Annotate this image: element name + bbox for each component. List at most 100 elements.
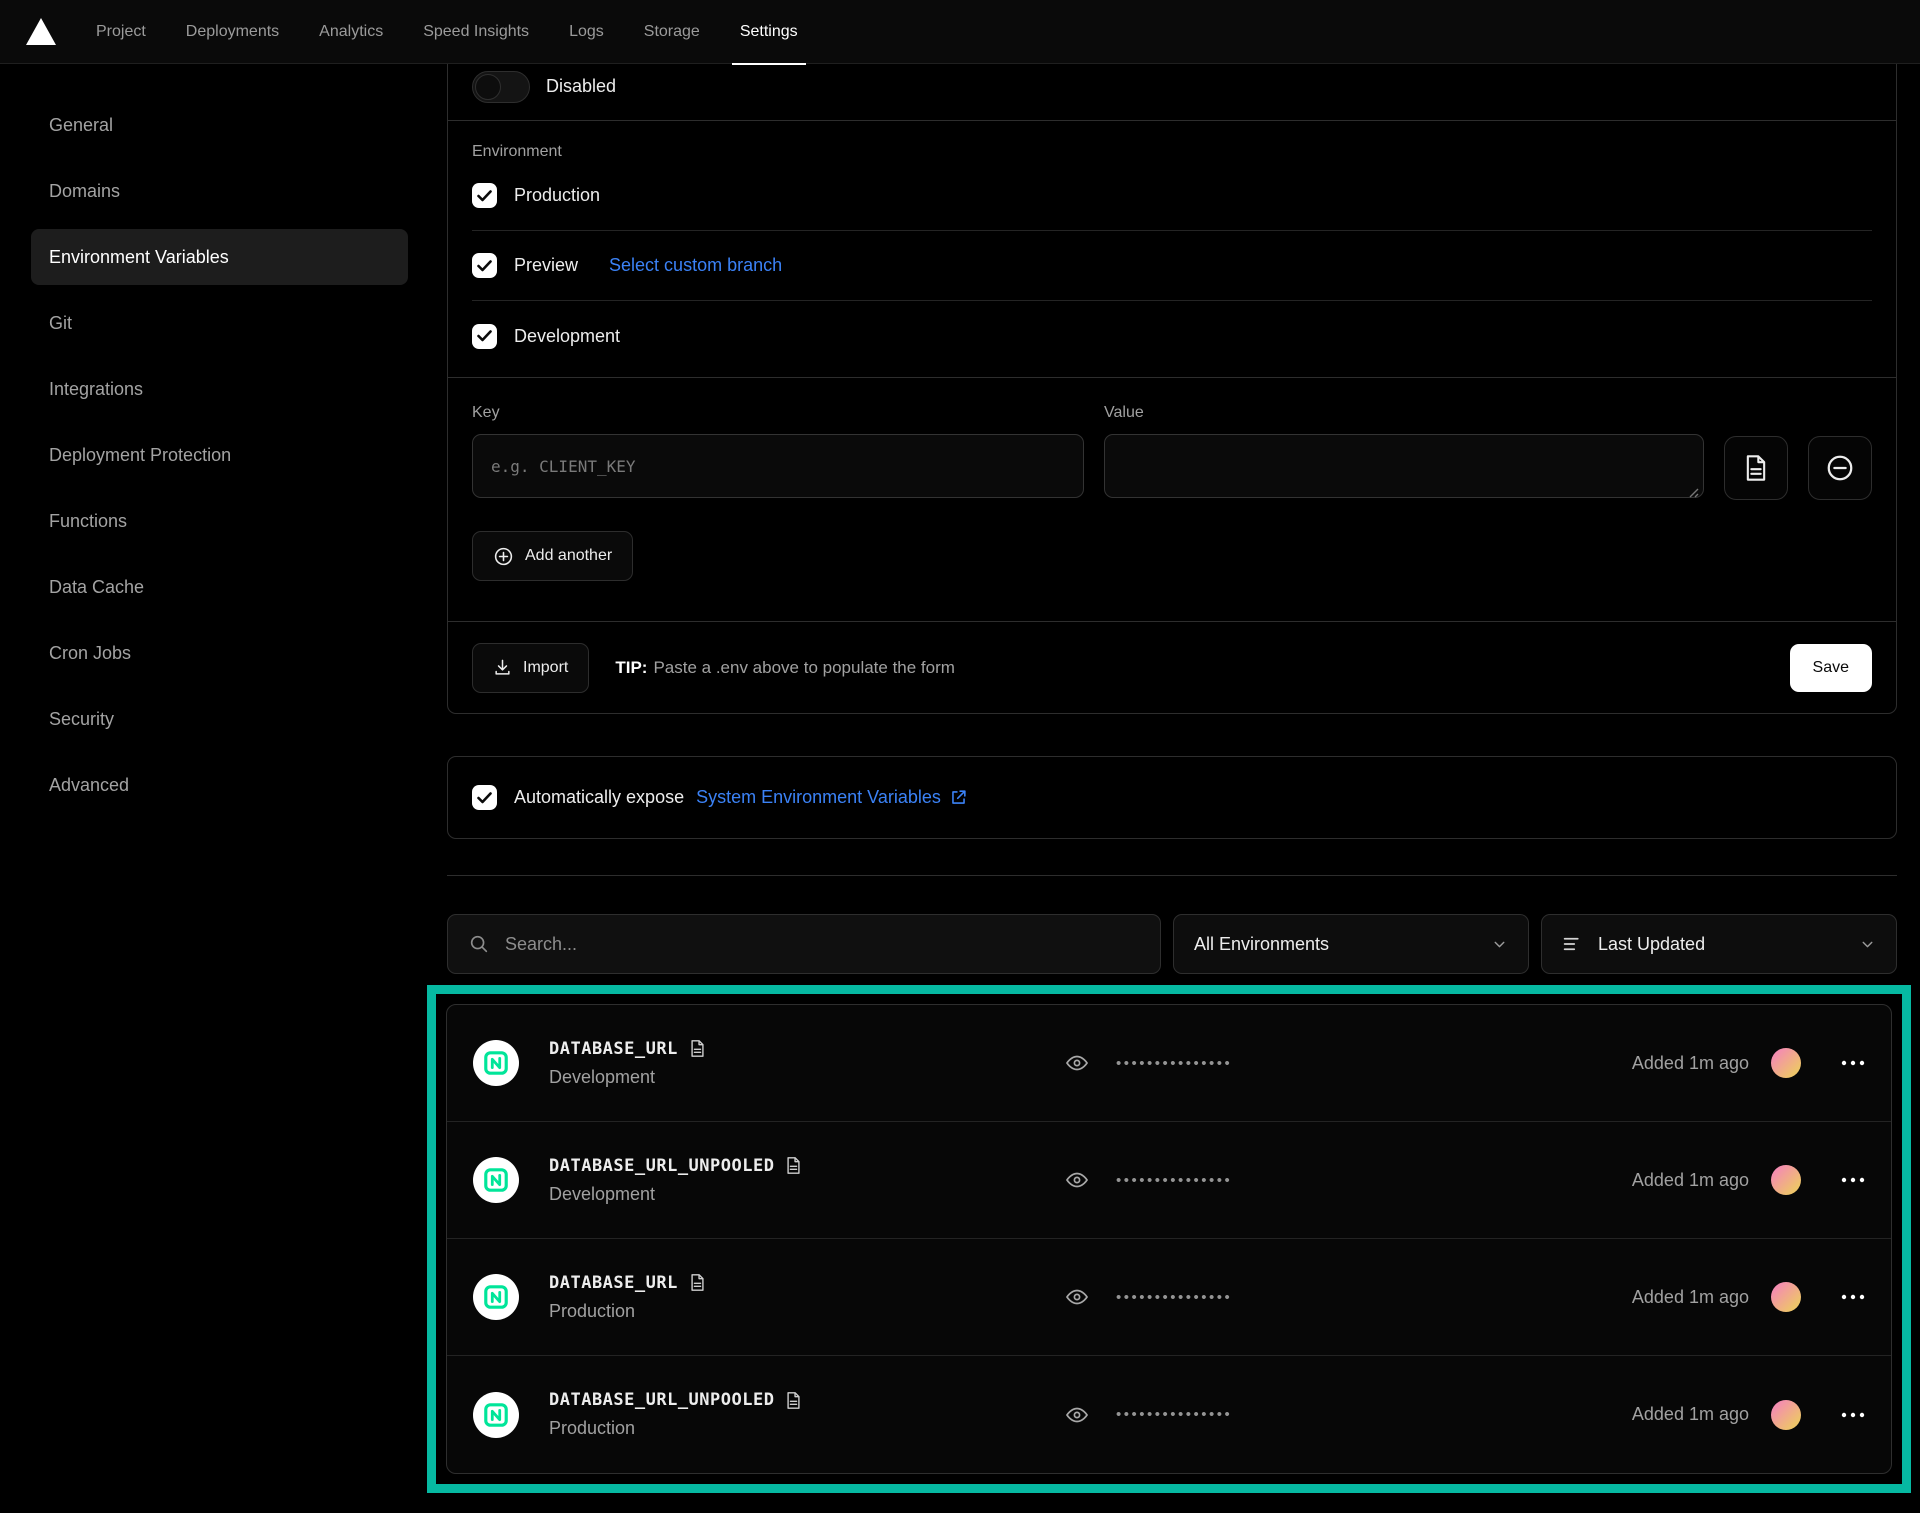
nav-item-deployments[interactable]: Deployments bbox=[186, 0, 279, 64]
external-link-icon bbox=[949, 788, 968, 807]
search-input[interactable] bbox=[505, 934, 1140, 955]
disabled-toggle-label: Disabled bbox=[546, 76, 616, 97]
system-env-label: Automatically expose bbox=[514, 787, 684, 808]
save-button[interactable]: Save bbox=[1790, 644, 1872, 692]
select-custom-branch-link[interactable]: Select custom branch bbox=[609, 255, 782, 276]
row-menu-button[interactable] bbox=[1841, 1177, 1865, 1183]
preview-checkbox-label: Preview bbox=[514, 255, 578, 276]
reveal-value-eye-icon[interactable] bbox=[1065, 1168, 1089, 1192]
nav-item-project[interactable]: Project bbox=[96, 0, 146, 64]
production-checkbox-label: Production bbox=[514, 185, 600, 206]
sidebar-item-security[interactable]: Security bbox=[31, 691, 408, 747]
env-var-row[interactable]: DATABASE_URL Production ••••••••••••••• … bbox=[447, 1239, 1891, 1356]
masked-value: ••••••••••••••• bbox=[1116, 1289, 1232, 1306]
added-timestamp: Added 1m ago bbox=[1632, 1404, 1749, 1425]
neon-integration-icon bbox=[473, 1392, 519, 1438]
development-checkbox-label: Development bbox=[514, 326, 620, 347]
disabled-toggle[interactable] bbox=[472, 71, 530, 103]
added-timestamp: Added 1m ago bbox=[1632, 1170, 1749, 1191]
system-env-variables-link[interactable]: System Environment Variables bbox=[696, 787, 968, 808]
reveal-value-eye-icon[interactable] bbox=[1065, 1285, 1089, 1309]
env-vars-main: Disabled Environment Production Preview … bbox=[447, 64, 1897, 1493]
value-label: Value bbox=[1104, 404, 1704, 422]
sidebar-item-integrations[interactable]: Integrations bbox=[31, 361, 408, 417]
chevron-down-icon bbox=[1859, 936, 1876, 953]
note-icon[interactable] bbox=[689, 1039, 706, 1058]
sidebar-item-environment-variables[interactable]: Environment Variables bbox=[31, 229, 408, 285]
row-menu-button[interactable] bbox=[1841, 1294, 1865, 1300]
value-input[interactable] bbox=[1104, 434, 1704, 498]
masked-value: ••••••••••••••• bbox=[1116, 1172, 1232, 1189]
avatar bbox=[1771, 1282, 1801, 1312]
development-checkbox[interactable] bbox=[472, 324, 497, 349]
sort-dropdown[interactable]: Last Updated bbox=[1541, 914, 1897, 974]
filter-row: All Environments Last Updated bbox=[447, 914, 1897, 974]
added-timestamp: Added 1m ago bbox=[1632, 1053, 1749, 1074]
vercel-logo-icon[interactable] bbox=[26, 18, 56, 45]
key-label: Key bbox=[472, 404, 1084, 422]
preview-checkbox[interactable] bbox=[472, 253, 497, 278]
form-footer: Import TIP:Paste a .env above to populat… bbox=[448, 621, 1896, 713]
added-timestamp: Added 1m ago bbox=[1632, 1287, 1749, 1308]
nav-item-analytics[interactable]: Analytics bbox=[319, 0, 383, 64]
environment-filter-dropdown[interactable]: All Environments bbox=[1173, 914, 1529, 974]
neon-integration-icon bbox=[473, 1157, 519, 1203]
chevron-down-icon bbox=[1491, 936, 1508, 953]
note-icon[interactable] bbox=[785, 1156, 802, 1175]
tip-text: TIP:Paste a .env above to populate the f… bbox=[615, 658, 955, 678]
search-icon bbox=[468, 933, 490, 955]
neon-integration-icon bbox=[473, 1040, 519, 1086]
reveal-value-eye-icon[interactable] bbox=[1065, 1403, 1089, 1427]
environment-section: Environment Production Preview Select cu… bbox=[448, 121, 1896, 378]
environment-option-production: Production bbox=[472, 161, 1872, 231]
env-var-row[interactable]: DATABASE_URL_UNPOOLED Development ••••••… bbox=[447, 1122, 1891, 1239]
system-env-checkbox[interactable] bbox=[472, 785, 497, 810]
production-checkbox[interactable] bbox=[472, 183, 497, 208]
sidebar-item-advanced[interactable]: Advanced bbox=[31, 757, 408, 813]
avatar bbox=[1771, 1048, 1801, 1078]
system-env-panel: Automatically expose System Environment … bbox=[447, 756, 1897, 839]
env-var-row[interactable]: DATABASE_URL_UNPOOLED Production •••••••… bbox=[447, 1356, 1891, 1473]
section-divider bbox=[447, 875, 1897, 876]
avatar bbox=[1771, 1400, 1801, 1430]
neon-integration-icon bbox=[473, 1274, 519, 1320]
sidebar-item-data-cache[interactable]: Data Cache bbox=[31, 559, 408, 615]
sidebar-item-functions[interactable]: Functions bbox=[31, 493, 408, 549]
row-menu-button[interactable] bbox=[1841, 1060, 1865, 1066]
nav-item-speed-insights[interactable]: Speed Insights bbox=[423, 0, 529, 64]
key-input[interactable] bbox=[472, 434, 1084, 498]
plus-circle-icon bbox=[493, 546, 514, 567]
sort-icon bbox=[1562, 935, 1583, 953]
toggle-knob bbox=[475, 74, 501, 100]
reveal-value-eye-icon[interactable] bbox=[1065, 1051, 1089, 1075]
nav-item-settings[interactable]: Settings bbox=[740, 0, 798, 64]
environment-option-development: Development bbox=[472, 301, 1872, 371]
env-var-form-panel: Disabled Environment Production Preview … bbox=[447, 52, 1897, 714]
top-nav: Project Deployments Analytics Speed Insi… bbox=[0, 0, 1920, 64]
resize-handle-icon[interactable] bbox=[1689, 488, 1699, 498]
highlighted-region: DATABASE_URL Development •••••••••••••••… bbox=[427, 985, 1911, 1493]
nav-item-logs[interactable]: Logs bbox=[569, 0, 604, 64]
add-another-button[interactable]: Add another bbox=[472, 531, 633, 581]
environment-option-preview: Preview Select custom branch bbox=[472, 231, 1872, 301]
environment-section-label: Environment bbox=[472, 143, 1872, 161]
note-icon[interactable] bbox=[689, 1273, 706, 1292]
masked-value: ••••••••••••••• bbox=[1116, 1406, 1232, 1423]
sidebar-item-cron-jobs[interactable]: Cron Jobs bbox=[31, 625, 408, 681]
remove-row-button[interactable] bbox=[1808, 436, 1872, 500]
nav-item-storage[interactable]: Storage bbox=[644, 0, 700, 64]
sidebar-item-deployment-protection[interactable]: Deployment Protection bbox=[31, 427, 408, 483]
sidebar-item-domains[interactable]: Domains bbox=[31, 163, 408, 219]
env-var-list: DATABASE_URL Development •••••••••••••••… bbox=[446, 1004, 1892, 1474]
search-box[interactable] bbox=[447, 914, 1161, 974]
row-menu-button[interactable] bbox=[1841, 1412, 1865, 1418]
import-icon bbox=[493, 658, 512, 677]
sidebar-item-general[interactable]: General bbox=[31, 97, 408, 153]
avatar bbox=[1771, 1165, 1801, 1195]
env-var-row[interactable]: DATABASE_URL Development •••••••••••••••… bbox=[447, 1005, 1891, 1122]
import-button[interactable]: Import bbox=[472, 643, 589, 693]
masked-value: ••••••••••••••• bbox=[1116, 1055, 1232, 1072]
paste-file-button[interactable] bbox=[1724, 436, 1788, 500]
sidebar-item-git[interactable]: Git bbox=[31, 295, 408, 351]
note-icon[interactable] bbox=[785, 1391, 802, 1410]
